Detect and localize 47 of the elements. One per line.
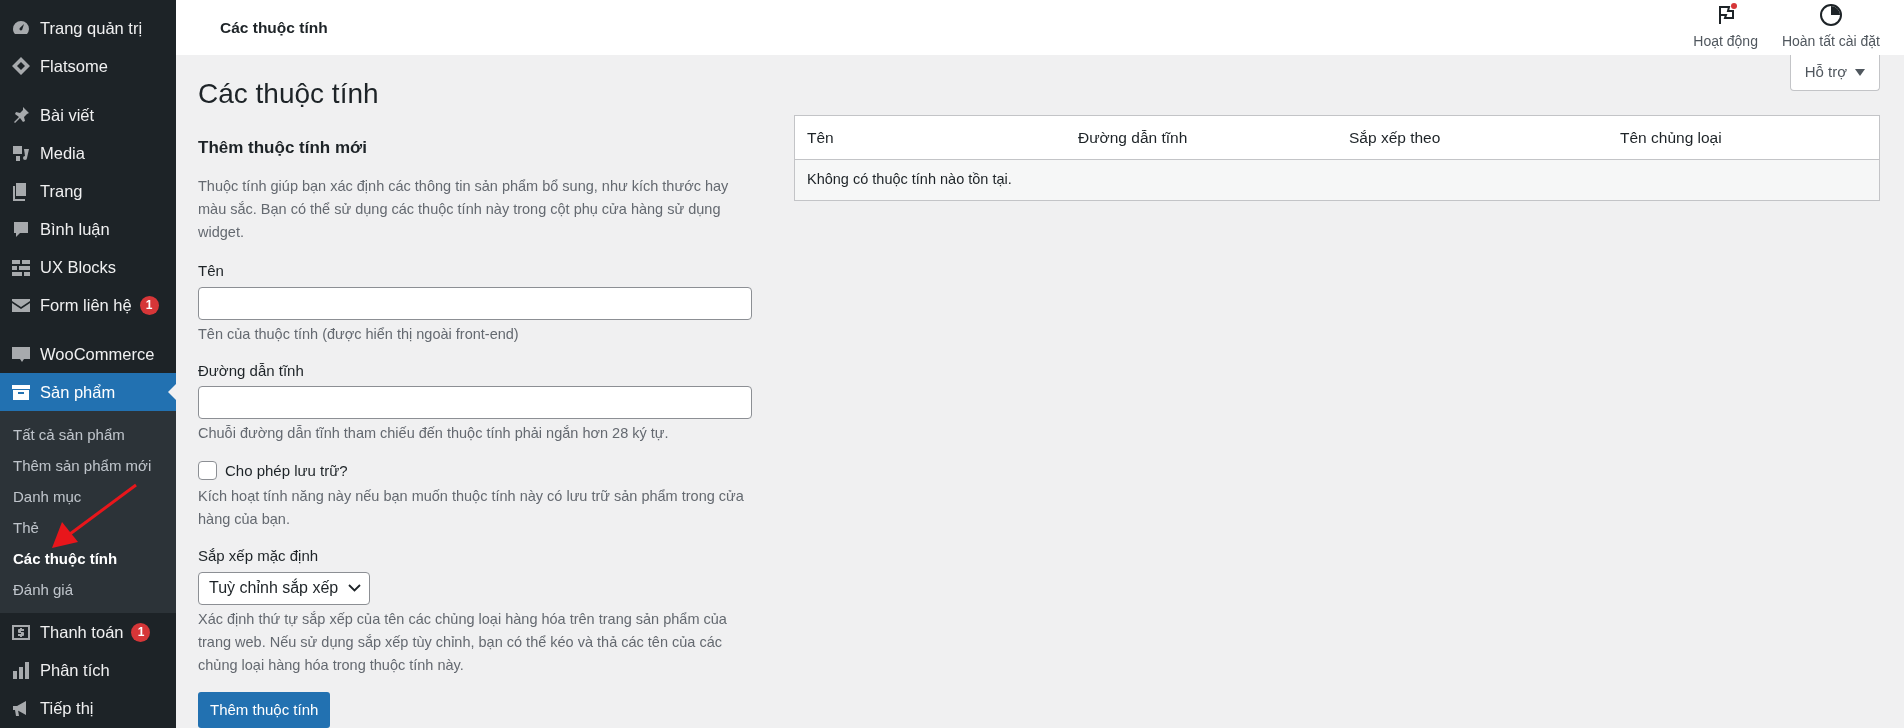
- submenu-item[interactable]: Tất cả sản phẩm: [0, 419, 176, 450]
- submenu-item[interactable]: Các thuộc tính: [0, 543, 176, 574]
- field-hint: Xác định thứ tự sắp xếp của tên các chủng loại hàng hóa trên trang sản phẩm của trang web. Nếu sử dụng sắp xếp tùy chỉnh, bạn có thể kéo và thả các tên của các chủng loại hàng hóa trong thuộc tính này.: [198, 609, 728, 676]
- header-action[interactable]: Hoạt động: [1681, 3, 1770, 53]
- submenu-item[interactable]: Thêm sản phẩm mới: [0, 450, 176, 481]
- count-badge: 1: [139, 295, 159, 315]
- chevron-down-icon: [348, 584, 362, 593]
- field-hint: Chuỗi đường dẫn tĩnh tham chiếu đến thuộc tính phải ngắn hơn 28 ký tự.: [198, 424, 670, 444]
- field-label: Sắp xếp mặc định: [198, 546, 320, 567]
- sort-order-select[interactable]: Tuỳ chỉnh sắp xếp: [198, 571, 371, 605]
- sidebar-item[interactable]: Media: [0, 134, 176, 172]
- field-hint: Tên của thuộc tính (được hiển thị ngoài front-end): [198, 324, 520, 344]
- empty-table-message: Không có thuộc tính nào tồn tại.: [795, 160, 1879, 201]
- sidebar-item[interactable]: Bình luận: [0, 210, 176, 248]
- count-badge: 1: [131, 622, 151, 642]
- submenu-item[interactable]: Đánh giá: [0, 574, 176, 605]
- text-input-field[interactable]: [198, 286, 752, 320]
- sidebar-item[interactable]: Bài viết: [0, 96, 176, 134]
- field-label: Tên: [198, 261, 225, 282]
- progress-circle-icon: [1818, 3, 1843, 28]
- sidebar-item[interactable]: Sản phẩm: [0, 373, 176, 411]
- sidebar-item[interactable]: Phân tích: [0, 651, 176, 689]
- diamond-logo-icon: [10, 55, 32, 77]
- checkbox-label[interactable]: Cho phép lưu trữ?: [225, 459, 348, 483]
- sidebar-item[interactable]: Tiếp thị: [0, 689, 176, 727]
- help-dropdown-button[interactable]: Hỗ trợ: [1789, 55, 1880, 91]
- sidebar-item[interactable]: Trang: [0, 172, 176, 210]
- text-input-field[interactable]: [198, 386, 752, 420]
- form-description: Thuộc tính giúp bạn xác định các thông tin sản phẩm bổ sung, như kích thước hay màu sắc. Bạn có thể sử dụng các thuộc tính này trong cột phụ cửa hàng sử dụng widget.: [198, 176, 730, 242]
- field-hint: Kích hoạt tính năng này nếu bạn muốn thuộc tính này có lưu trữ sản phẩm trong cửa hàng của bạn.: [198, 487, 745, 530]
- sidebar-item[interactable]: Thanh toán 1: [0, 613, 176, 651]
- checkbox[interactable]: [198, 461, 217, 481]
- submenu-item[interactable]: Danh mục: [0, 481, 176, 512]
- page-title: Các thuộc tính: [198, 76, 380, 111]
- sidebar-item[interactable]: WooCommerce: [0, 335, 176, 373]
- submit-button[interactable]: Thêm thuộc tính: [198, 691, 331, 728]
- caret-icon: [1855, 68, 1865, 76]
- header-title: Các thuộc tính: [220, 17, 329, 38]
- submenu-item[interactable]: Thẻ: [0, 512, 176, 543]
- field-label: Đường dẫn tĩnh: [198, 360, 305, 381]
- sidebar-item[interactable]: Trang quản trị: [0, 9, 176, 47]
- bar-chart-icon: [10, 659, 32, 681]
- header-action[interactable]: Hoàn tất cài đặt: [1769, 3, 1892, 53]
- form-heading: Thêm thuộc tính mới: [198, 138, 368, 159]
- sidebar-item[interactable]: UX Blocks: [0, 248, 176, 286]
- sidebar-item[interactable]: Form liên hệ 1: [0, 286, 176, 324]
- sidebar-item[interactable]: Flatsome: [0, 47, 176, 85]
